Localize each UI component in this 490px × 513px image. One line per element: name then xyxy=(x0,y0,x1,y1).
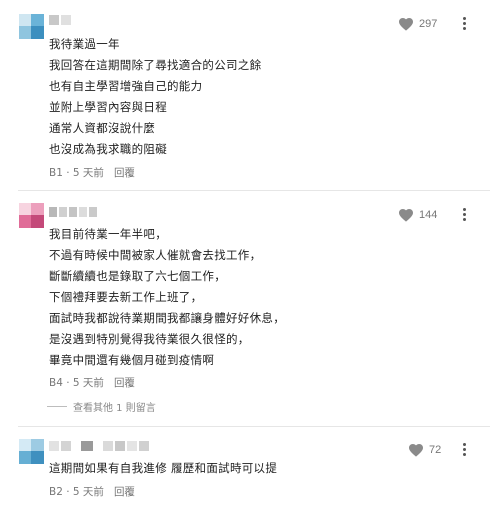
like-button[interactable]: 297 xyxy=(398,17,437,31)
comment-line: 是沒遇到特別覺得我待業很久很怪的， xyxy=(49,332,250,346)
reply-button[interactable]: 回覆 xyxy=(114,484,135,499)
author-name[interactable] xyxy=(49,441,149,451)
timestamp: 5 天前 xyxy=(72,167,104,179)
comment-line: 我目前待業一年半吧， xyxy=(49,227,167,241)
comment-line: 也有自主學習增強自己的能力 xyxy=(49,79,203,93)
comment-line: 不過有時候中間被家人催就會去找工作， xyxy=(49,248,262,262)
avatar[interactable] xyxy=(19,439,44,464)
floor-label[interactable]: B2 xyxy=(49,486,63,498)
comment-line: 這期間如果有自我進修 履歷和面試時可以提 xyxy=(49,461,278,475)
comment-line: 並附上學習內容與日程 xyxy=(49,100,167,114)
comment-b1: 297 我待業過一年 我回答在這期間除了尋找適合的公司之餘 也有自主學習增強自己… xyxy=(0,0,490,190)
comment-line: 面試時我都說待業期間我都讓身體好好休息， xyxy=(49,311,285,325)
comment-meta: B2 · 5 天前 回覆 xyxy=(49,484,135,499)
like-button[interactable]: 144 xyxy=(398,208,437,222)
view-more-replies-label: 查看其他 1 則留言 xyxy=(73,403,156,414)
divider xyxy=(47,406,67,407)
comment-line: 斷斷續續也是錄取了六七個工作， xyxy=(49,269,226,283)
view-more-replies-link[interactable]: 查看其他 1 則留言 xyxy=(47,399,156,414)
avatar[interactable] xyxy=(19,14,44,39)
more-options-button[interactable] xyxy=(463,17,467,31)
heart-icon xyxy=(399,208,413,222)
comment-meta: B4 · 5 天前 回覆 xyxy=(49,375,135,390)
author-name[interactable] xyxy=(49,207,97,217)
comment-meta: B1 · 5 天前 回覆 xyxy=(49,165,135,180)
like-count: 297 xyxy=(419,18,438,30)
comment-b2: 72 這期間如果有自我進修 履歷和面試時可以提 B2 · 5 天前 回覆 xyxy=(0,427,490,513)
avatar[interactable] xyxy=(19,203,44,228)
heart-icon xyxy=(399,17,413,31)
timestamp: 5 天前 xyxy=(72,486,104,498)
timestamp: 5 天前 xyxy=(72,377,104,389)
heart-icon xyxy=(409,443,423,457)
reply-button[interactable]: 回覆 xyxy=(114,375,135,390)
author-name[interactable] xyxy=(49,15,71,25)
comment-b4: 144 我目前待業一年半吧， 不過有時候中間被家人催就會去找工作， 斷斷續續也是… xyxy=(0,191,490,427)
comment-line: 畢竟中間還有幾個月碰到疫情啊 xyxy=(49,353,215,367)
comment-line: 通常人資都沒說什麼 xyxy=(49,121,156,135)
more-options-button[interactable] xyxy=(463,443,467,457)
comment-line: 我回答在這期間除了尋找適合的公司之餘 xyxy=(49,58,262,72)
more-options-button[interactable] xyxy=(463,208,467,222)
comment-line: 也沒成為我求職的阻礙 xyxy=(49,142,167,156)
like-button[interactable]: 72 xyxy=(408,443,441,457)
comment-line: 下個禮拜要去新工作上班了， xyxy=(49,290,203,304)
reply-button[interactable]: 回覆 xyxy=(114,165,135,180)
comment-line: 我待業過一年 xyxy=(49,37,120,51)
floor-label[interactable]: B1 xyxy=(49,167,63,179)
like-count: 72 xyxy=(429,444,442,456)
like-count: 144 xyxy=(419,209,438,221)
floor-label[interactable]: B4 xyxy=(49,377,63,389)
